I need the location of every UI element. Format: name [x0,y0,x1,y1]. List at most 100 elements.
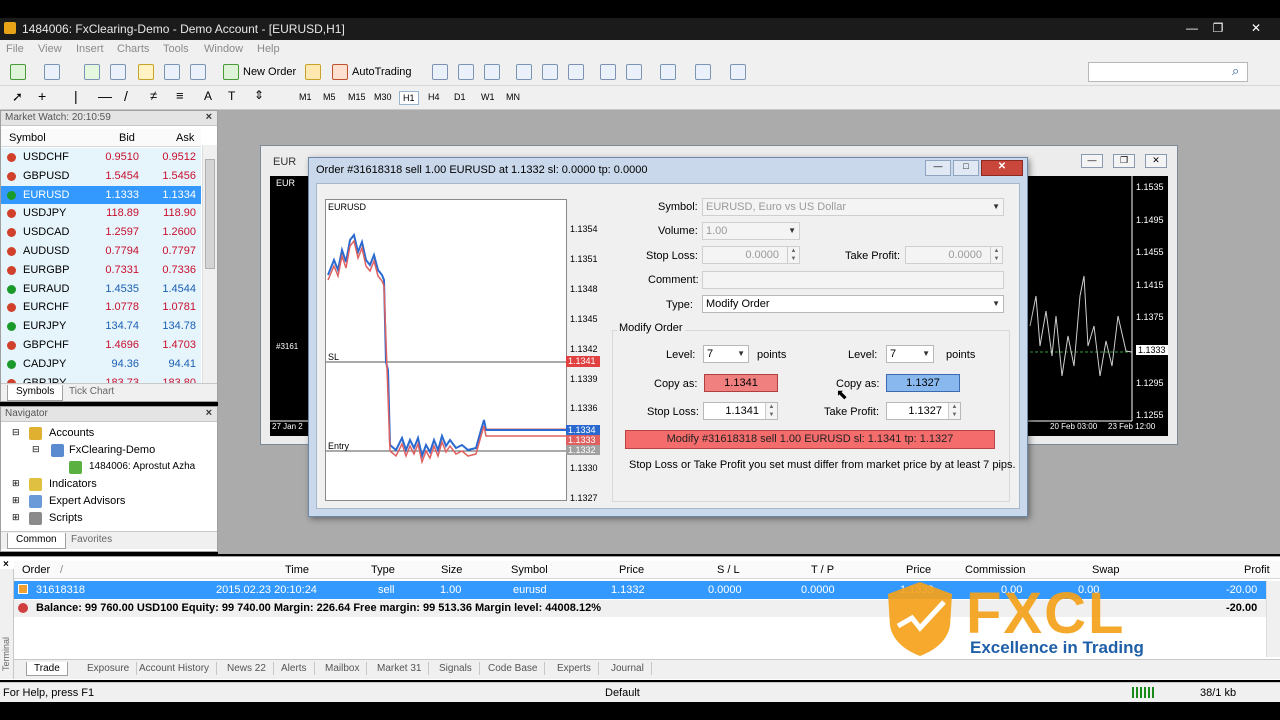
chart-close-button[interactable]: ✕ [1145,154,1167,168]
col-size[interactable]: Size [441,564,462,576]
scrollbar-thumb[interactable] [205,159,215,269]
stop-loss-field[interactable]: 0.0000 ▲ ▼ [702,246,800,264]
col-price[interactable]: Price [619,564,644,576]
stepper-icon[interactable]: ▲ ▼ [765,403,777,419]
chart-shift-icon[interactable] [626,64,642,80]
cursor-icon[interactable]: ➚ [12,89,23,105]
close-icon[interactable]: × [206,407,212,419]
take-profit-field[interactable]: 0.0000 ▲ ▼ [905,246,1003,264]
templates-icon[interactable] [730,64,746,80]
nav-accounts[interactable]: Accounts [49,427,94,439]
expand-icon[interactable]: ⊞ [12,512,20,523]
expand-icon[interactable]: ⊞ [12,495,20,506]
close-icon[interactable]: × [206,111,212,123]
stepper-icon[interactable]: ▲ ▼ [990,247,1002,263]
col-bid[interactable]: Bid [119,132,135,144]
nav-account[interactable]: 1484006: Aprostut Azha [89,461,195,472]
tab-terminal-mailbox[interactable]: Mailbox [318,662,368,675]
tf-d1[interactable]: D1 [451,91,469,103]
market-watch-row[interactable]: USDJPY 118.89 118.90 [1,204,201,224]
zoom-out-icon[interactable] [542,64,558,80]
tf-h4[interactable]: H4 [425,91,443,103]
menu-tools[interactable]: Tools [163,43,189,55]
text-label-icon[interactable]: T [228,89,235,103]
tab-favorites[interactable]: Favorites [63,533,120,549]
navigator-icon[interactable] [138,64,154,80]
col-profit[interactable]: Profit [1244,564,1270,576]
comment-field[interactable] [702,271,1004,289]
market-watch-row[interactable]: GBPCHF 1.4696 1.4703 [1,336,201,355]
channel-icon[interactable]: ≠ [150,88,157,103]
market-watch-row[interactable]: EURJPY 134.74 134.78 [1,317,201,337]
tab-common[interactable]: Common [7,533,66,549]
col-swap[interactable]: Swap [1092,564,1120,576]
nav-indicators[interactable]: Indicators [49,478,97,490]
col-current-price[interactable]: Price [906,564,931,576]
modify-order-button[interactable]: Modify #31618318 sell 1.00 EURUSD sl: 1.… [625,430,995,449]
level-select-left[interactable]: 7 ▼ [703,345,749,363]
col-type[interactable]: Type [371,564,395,576]
col-order[interactable]: Order [22,564,50,576]
stepper-icon[interactable]: ▲ ▼ [948,403,960,419]
col-commission[interactable]: Commission [965,564,1026,576]
horizontal-line-icon[interactable]: — [98,88,112,104]
strategy-tester-icon[interactable] [190,64,206,80]
col-sl[interactable]: S / L [717,564,740,576]
market-watch-scrollbar[interactable] [202,145,217,383]
dialog-maximize-button[interactable]: □ [953,160,979,176]
menu-insert[interactable]: Insert [76,43,104,55]
tab-terminal-market[interactable]: Market 31 [370,662,430,675]
stepper-icon[interactable]: ▲ ▼ [787,247,799,263]
crosshair-icon[interactable]: + [38,88,46,104]
candlesticks-icon[interactable] [458,64,474,80]
market-watch-icon[interactable] [84,64,100,80]
tf-m1[interactable]: M1 [296,91,315,103]
tf-m5[interactable]: M5 [320,91,339,103]
autotrading-button[interactable]: AutoTrading [352,63,412,81]
menu-window[interactable]: Window [204,43,243,55]
menu-help[interactable]: Help [257,43,280,55]
minimize-button[interactable]: — [1180,20,1204,37]
tf-m15[interactable]: M15 [345,91,369,103]
line-chart-icon[interactable] [484,64,500,80]
new-chart-icon[interactable] [10,64,26,80]
new-order-button[interactable]: New Order [243,63,296,81]
copy-as-tp-button[interactable]: 1.1327 [886,374,960,392]
col-symbol[interactable]: Symbol [511,564,548,576]
close-button[interactable]: ✕ [1244,20,1268,37]
tab-terminal-alerts[interactable]: Alerts [274,662,315,675]
sort-icon[interactable]: / [60,564,63,576]
tf-m30[interactable]: M30 [371,91,395,103]
chart-restore-button[interactable]: ❐ [1113,154,1135,168]
level-select-right[interactable]: 7 ▼ [886,345,934,363]
arrows-icon[interactable]: ⇕ [254,88,264,102]
tab-terminal-account-history[interactable]: Account History [132,662,218,675]
terminal-icon[interactable] [164,64,180,80]
collapse-icon[interactable]: ⊟ [12,427,20,438]
tab-terminal-news[interactable]: News 22 [220,662,274,675]
metaeditor-icon[interactable] [305,64,321,80]
tab-terminal-journal[interactable]: Journal [604,662,652,675]
order-type-select[interactable]: Modify Order ▼ [702,295,1004,313]
market-watch-row[interactable]: EURAUD 1.4535 1.4544 [1,279,201,299]
tile-windows-icon[interactable] [568,64,584,80]
market-watch-row[interactable]: GBPUSD 1.5454 1.5456 [1,166,201,186]
market-watch-row[interactable]: EURUSD 1.1333 1.1334 [1,185,201,205]
tab-terminal-signals[interactable]: Signals [432,662,480,675]
tab-terminal-experts[interactable]: Experts [550,662,599,675]
symbol-select[interactable]: EURUSD, Euro vs US Dollar ▼ [702,198,1004,216]
volume-select[interactable]: 1.00 ▼ [702,222,800,240]
zoom-in-icon[interactable] [516,64,532,80]
autotrading-icon[interactable] [332,64,348,80]
market-watch-row[interactable]: CADJPY 94.36 94.41 [1,354,201,374]
dialog-minimize-button[interactable]: — [925,160,951,176]
tab-terminal-code-base[interactable]: Code Base [481,662,546,675]
market-watch-row[interactable]: AUDUSD 0.7794 0.7797 [1,242,201,261]
tf-w1[interactable]: W1 [478,91,498,103]
new-take-profit-field[interactable]: 1.1327 ▲ ▼ [886,402,961,420]
profiles-icon[interactable] [44,64,60,80]
col-ask[interactable]: Ask [176,132,194,144]
market-watch-row[interactable]: EURCHF 1.0778 1.0781 [1,298,201,318]
tab-tick-chart[interactable]: Tick Chart [61,385,122,401]
autoscroll-icon[interactable] [600,64,616,80]
